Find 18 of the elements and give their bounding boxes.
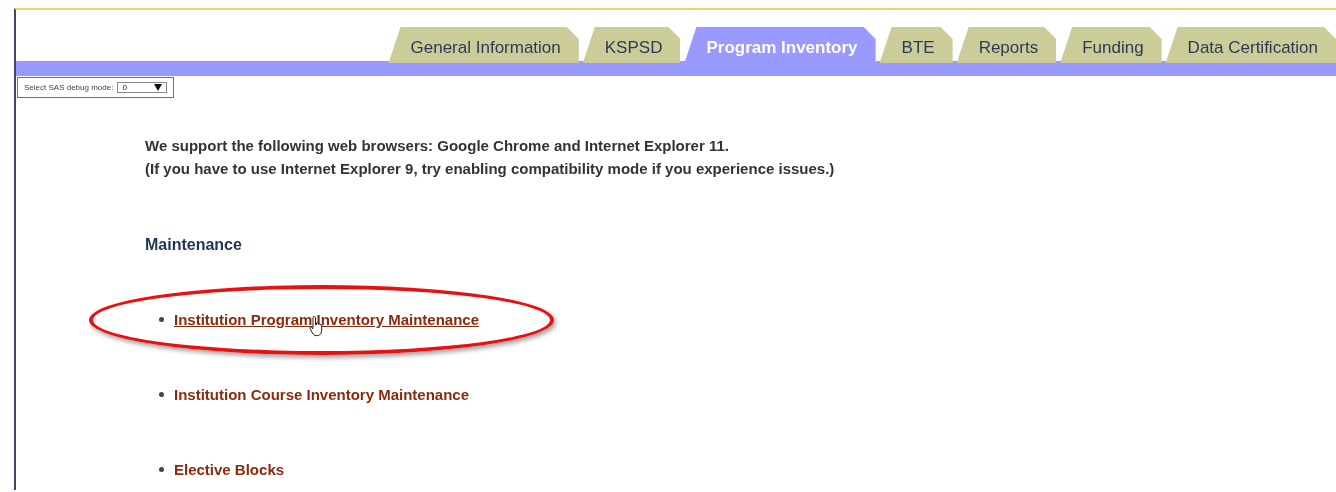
- notice-text: We support the following web browsers: Google Chrome and Internet Explorer 11.: [145, 136, 730, 156]
- tab[interactable]: BTE: [879, 27, 953, 63]
- debug-label: Select SAS debug mode:: [24, 83, 114, 92]
- dropdown-arrow-icon: [154, 84, 163, 91]
- link[interactable]: Institution Program Inventory Maintenance: [174, 311, 480, 328]
- link[interactable]: Elective Blocks: [174, 461, 285, 478]
- bullet-icon: [159, 317, 164, 322]
- tab[interactable]: Funding: [1060, 27, 1162, 63]
- notice-text: (If you have to use Internet Explorer 9, try enabling compatibility mode if you experience issues.): [145, 159, 836, 179]
- bullet-icon: [159, 467, 164, 472]
- tab[interactable]: Reports: [956, 27, 1057, 63]
- bullet-icon: [159, 392, 164, 397]
- tab[interactable]: Data Certification: [1165, 27, 1336, 63]
- tab[interactable]: General Information: [388, 27, 579, 63]
- link[interactable]: Institution Course Inventory Maintenance: [174, 386, 470, 403]
- debug-select[interactable]: 0: [117, 82, 168, 93]
- section-heading: Maintenance: [145, 236, 243, 254]
- tab[interactable]: KSPSD: [582, 27, 681, 63]
